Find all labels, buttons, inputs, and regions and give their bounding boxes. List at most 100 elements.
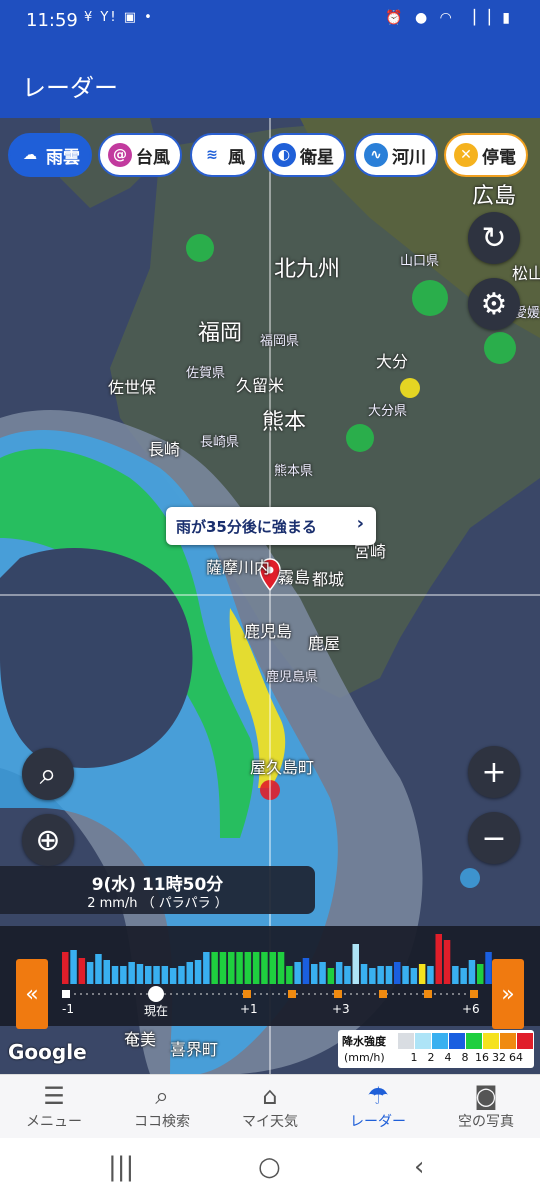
map-label-city: 奄美 xyxy=(124,1030,157,1049)
timeline-bar xyxy=(228,952,235,984)
timeline-bar xyxy=(252,952,260,984)
timeline-bar xyxy=(360,964,368,984)
zoom-out-button[interactable]: − xyxy=(468,812,520,864)
plus-icon: + xyxy=(481,754,507,790)
nav-radar[interactable]: ☂ レーダー xyxy=(324,1075,432,1139)
map-label-city: 鹿屋 xyxy=(308,634,341,653)
timeline-bar xyxy=(161,966,169,984)
legend-value: 4 xyxy=(444,1051,452,1064)
wind-icon: ≋ xyxy=(206,147,218,163)
legend-swatch xyxy=(415,1033,431,1049)
settings-button[interactable]: ⚙ xyxy=(468,278,520,330)
google-logo: Google xyxy=(8,1040,87,1064)
nav-label: 空の写真 xyxy=(458,1114,514,1130)
timeline-bar xyxy=(236,952,243,984)
map-label-city: 熊本 xyxy=(262,410,307,435)
map-label-city: 長崎 xyxy=(148,440,181,459)
timeline-label-plus1: +1 xyxy=(240,1002,258,1016)
timeline-bar xyxy=(194,960,202,984)
rain-cell xyxy=(186,234,214,262)
map-search-button[interactable]: ⌕ xyxy=(22,748,74,800)
crosshair-location-icon: ⊕ xyxy=(35,822,61,858)
timeline-bar xyxy=(169,968,177,984)
home-button-icon[interactable]: ○ xyxy=(258,1152,281,1182)
timeline-bar xyxy=(311,964,318,984)
layer-chip-typhoon[interactable]: @ 台風 xyxy=(98,133,182,177)
timeline-bar xyxy=(203,952,210,984)
radar-map[interactable]: 広島 山口県 松山 愛媛 北九州 福岡 福岡県 佐賀県 久留米 佐世保 大分 大… xyxy=(0,118,540,1074)
legend-swatch xyxy=(517,1033,533,1049)
rain-forecast-text: 雨が35分後に強まる xyxy=(176,517,317,536)
timeline-handle[interactable] xyxy=(148,986,164,1002)
timeline-next-button[interactable]: » xyxy=(492,959,524,1029)
timeline-hour-marker xyxy=(379,990,387,998)
legend-value: 16 xyxy=(475,1051,489,1064)
status-time: 11:59 xyxy=(26,10,78,31)
timeline-bar xyxy=(452,966,459,984)
back-icon[interactable]: ‹ xyxy=(414,1152,424,1182)
recent-apps-icon[interactable]: ||| xyxy=(108,1152,134,1182)
timeline-hour-marker xyxy=(62,990,70,998)
timeline-bar xyxy=(277,952,285,984)
map-label-city: 鹿児島 xyxy=(244,622,293,641)
nav-menu[interactable]: ☰ メニュー xyxy=(0,1075,108,1139)
layer-chip-satellite[interactable]: ◐ 衛星 xyxy=(262,133,346,177)
map-label-city: 霧島 xyxy=(278,568,311,587)
legend-swatch xyxy=(398,1033,414,1049)
refresh-icon: ↻ xyxy=(481,220,507,256)
map-label-city: 薩摩川内 xyxy=(206,558,271,577)
timeline-bar xyxy=(435,934,442,984)
timeline-hour-marker xyxy=(288,990,296,998)
timeline-bar xyxy=(377,966,384,984)
legend-unit: (mm/h) xyxy=(344,1051,385,1064)
precipitation-legend: 降水強度 (mm/h) 1 2 4 8 16 32 64 xyxy=(338,1030,534,1068)
double-chevron-left-icon: « xyxy=(25,981,39,1007)
legend-value: 64 xyxy=(509,1051,523,1064)
timeline-bar xyxy=(136,964,144,984)
map-label-prefecture: 熊本県 xyxy=(274,464,314,479)
timeline-bar xyxy=(86,962,94,984)
map-label-city: 屋久島町 xyxy=(250,758,315,777)
rain-forecast-callout[interactable]: 雨が35分後に強まる › xyxy=(166,507,376,545)
nav-location-search[interactable]: ⌕ ココ検索 xyxy=(108,1075,216,1139)
river-icon: ∿ xyxy=(364,143,388,167)
timeline-scrubber[interactable]: « » -1 現在 +1 +3 +6 xyxy=(0,926,540,1029)
layer-selector: ☁ 雨雲 @ 台風 ≋ 風 ◐ 衛星 ∿ 河川 ✕ 停電 xyxy=(8,133,540,177)
timeline-bar xyxy=(70,950,77,984)
timeline-bar xyxy=(427,966,434,984)
refresh-button[interactable]: ↻ xyxy=(468,212,520,264)
timeline-bar xyxy=(385,966,393,984)
timeline-prev-button[interactable]: « xyxy=(16,959,48,1029)
cloud-rain-icon: ☁ xyxy=(23,147,37,163)
timeline-bar xyxy=(460,968,467,984)
zoom-in-button[interactable]: + xyxy=(468,746,520,798)
timeline-hour-marker xyxy=(470,990,478,998)
legend-swatch xyxy=(432,1033,448,1049)
timeline-bar xyxy=(443,940,451,984)
legend-value: 8 xyxy=(461,1051,469,1064)
layer-chip-power-outage[interactable]: ✕ 停電 xyxy=(444,133,528,177)
layer-chip-label: 河川 xyxy=(392,147,426,168)
layer-chip-label: 衛星 xyxy=(300,147,334,168)
nav-sky-photos[interactable]: ◙ 空の写真 xyxy=(432,1075,540,1139)
nav-my-weather[interactable]: ⌂ マイ天気 xyxy=(216,1075,324,1139)
layer-chip-rain-cloud[interactable]: ☁ 雨雲 xyxy=(8,133,92,177)
app-bar: レーダー xyxy=(0,44,540,118)
legend-title: 降水強度 xyxy=(342,1035,386,1048)
satellite-icon: ◐ xyxy=(272,143,296,167)
layer-chip-river[interactable]: ∿ 河川 xyxy=(354,133,438,177)
status-bar: 11:59 ¥ Y! ▣ • ⏰ ● ◠ ▕▕ ▮ xyxy=(0,0,540,44)
map-label-prefecture: 佐賀県 xyxy=(186,366,226,381)
rain-cell xyxy=(400,378,420,398)
timeline-bar xyxy=(352,944,359,984)
timeline-bar xyxy=(344,966,351,984)
nav-label: メニュー xyxy=(26,1114,82,1130)
legend-swatch xyxy=(483,1033,499,1049)
rain-cell xyxy=(484,332,516,364)
current-location-button[interactable]: ⊕ xyxy=(22,814,74,866)
menu-icon: ☰ xyxy=(43,1082,65,1110)
timeline-bar xyxy=(111,966,119,984)
chevron-right-icon: › xyxy=(356,513,364,534)
map-label-prefecture: 長崎県 xyxy=(200,435,240,450)
layer-chip-wind[interactable]: ≋ 風 xyxy=(190,133,257,177)
